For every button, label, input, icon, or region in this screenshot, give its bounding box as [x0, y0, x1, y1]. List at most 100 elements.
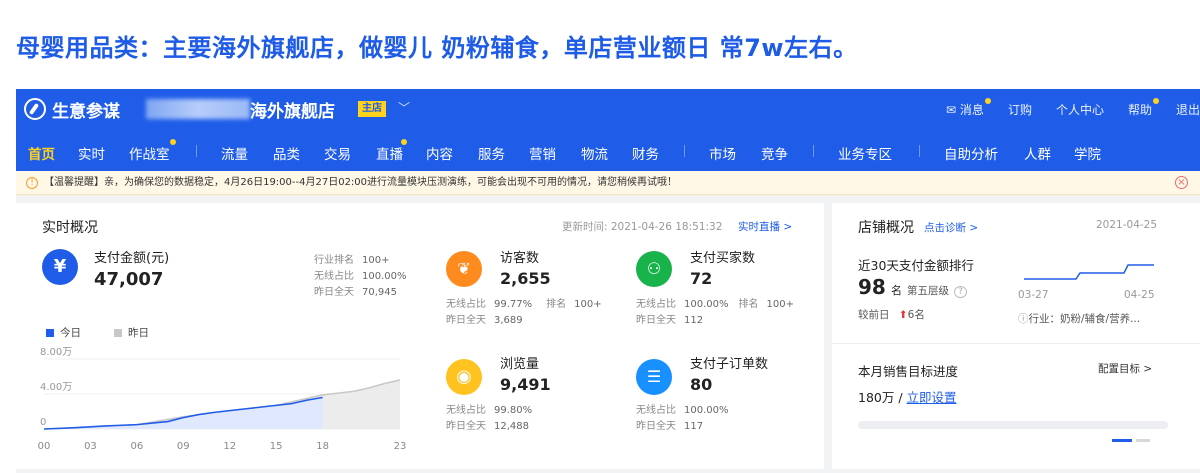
sparkline-path [1024, 264, 1154, 280]
rank-value: 98 [858, 275, 886, 299]
nav-content[interactable]: 内容 [426, 143, 453, 163]
industry-label: ⓘ行业：奶粉/辅食/营养... [1018, 313, 1141, 325]
nav-business-zone[interactable]: 业务专区 [838, 143, 892, 163]
nav-war-room[interactable]: 作战室 [129, 143, 170, 163]
nav-logistics[interactable]: 物流 [581, 143, 608, 163]
arrow-up-icon: ⬆ [898, 309, 908, 321]
rank-row: 98 名 第五层级 ? [858, 275, 967, 299]
shop-overview-panel: 店铺概况 点击诊断 > 2021-04-25 近30天支付金额排行 98 名 第… [832, 203, 1200, 469]
target-value: 180万 [858, 390, 895, 405]
buyers-value: 72 [690, 269, 713, 288]
target-progress-bar [858, 421, 1168, 429]
nav-home[interactable]: 首页 [28, 143, 55, 163]
target-row: 180万 / 立即设置 [858, 390, 957, 405]
x-tick-label: 18 [316, 441, 329, 452]
help-dot-icon [1152, 98, 1159, 104]
war-room-dot-icon [170, 139, 176, 145]
pageviews-value: 9,491 [500, 375, 551, 394]
top-bar: 生意参谋 海外旗舰店 主店 ﹀ ✉ 消息 订购 个人中心 帮助 退出 [16, 89, 1200, 129]
top-links: ✉ 消息 订购 个人中心 帮助 退出 [946, 98, 1200, 118]
nav-divider [684, 145, 685, 157]
x-tick-label: 03 [84, 441, 97, 452]
messages-link[interactable]: ✉ 消息 [946, 98, 991, 118]
rank-unit: 名 [890, 284, 902, 297]
nav-divider [813, 145, 814, 157]
brand-title[interactable]: 生意参谋 [52, 97, 120, 122]
main-store-badge: 主店 [358, 101, 386, 117]
buyers-label: 支付买家数 [690, 251, 756, 266]
live-link[interactable]: 实时直播 > [738, 219, 792, 234]
store-name[interactable]: 海外旗舰店 [250, 97, 335, 122]
today-swatch [46, 329, 54, 337]
today-area [44, 397, 323, 429]
nav-academy[interactable]: 学院 [1074, 143, 1101, 163]
nav-competition[interactable]: 竞争 [761, 143, 788, 163]
order-link[interactable]: 订购 [1008, 101, 1032, 118]
pay-amount-value: 47,007 [94, 269, 164, 290]
legend-yesterday[interactable]: 昨日 [114, 325, 149, 340]
blurred-store-prefix [146, 99, 250, 119]
help-icon[interactable]: ? [954, 286, 967, 298]
nav-finance[interactable]: 财务 [632, 143, 659, 163]
updated-time: 更新时间: 2021-04-26 18:51:32 [562, 221, 723, 233]
page-headline: 母婴用品类：主要海外旗舰店，做婴儿 奶粉辅食，单店营业额日 常7w左右。 [16, 34, 858, 62]
nav-category[interactable]: 品类 [273, 143, 300, 163]
pageviews-label: 浏览量 [500, 357, 540, 372]
store-switch-chevron-icon[interactable]: ﹀ [398, 99, 410, 116]
configure-target-link[interactable]: 配置目标 > [1098, 361, 1152, 376]
shop-date: 2021-04-25 [1096, 219, 1158, 231]
nav-realtime[interactable]: 实时 [78, 143, 105, 163]
help-link[interactable]: 帮助 [1128, 98, 1159, 118]
nav-traffic[interactable]: 流量 [221, 143, 248, 163]
realtime-overview-panel: 实时概况 更新时间: 2021-04-26 18:51:32 实时直播 > ¥ … [16, 203, 824, 469]
nav-divider [919, 145, 920, 157]
carousel-dot[interactable] [1136, 439, 1150, 442]
screenshot-frame: 生意参谋 海外旗舰店 主店 ﹀ ✉ 消息 订购 个人中心 帮助 退出 首页 实时… [16, 89, 1200, 473]
notice-banner: ! 【温馨提醒】亲，为确保您的数据稳定，4月26日19:00--4月27日02:… [16, 171, 1200, 195]
target-title: 本月销售目标进度 [858, 364, 959, 379]
carousel-dot-active[interactable] [1112, 439, 1132, 442]
visitors-label: 访客数 [500, 251, 540, 266]
nav-crowd[interactable]: 人群 [1024, 143, 1051, 163]
nav-trade[interactable]: 交易 [324, 143, 351, 163]
user-center-link[interactable]: 个人中心 [1056, 101, 1104, 118]
users-icon: ⚇ [636, 251, 672, 287]
rank-level: 第五层级 [907, 285, 950, 297]
rank-sparkline [1024, 264, 1154, 280]
buyers-yesterday: 昨日全天 112 [636, 315, 704, 326]
nav-self-analysis[interactable]: 自助分析 [944, 143, 998, 163]
close-icon[interactable]: × [1175, 176, 1188, 189]
panel-divider [832, 343, 1200, 344]
pageviews-yesterday: 昨日全天 12,488 [446, 421, 529, 432]
nav-live[interactable]: 直播 [376, 143, 403, 163]
nav-service[interactable]: 服务 [478, 143, 505, 163]
rank-title: 近30天支付金额排行 [858, 258, 974, 273]
visitors-value: 2,655 [500, 269, 551, 288]
warning-icon: ! [26, 177, 38, 189]
suborders-value: 80 [690, 375, 713, 394]
legend-today[interactable]: 今日 [46, 325, 81, 340]
live-dot-icon [401, 139, 407, 145]
suborders-label: 支付子订单数 [690, 357, 769, 372]
x-tick-label: 12 [223, 441, 236, 452]
diagnose-link[interactable]: 点击诊断 > [924, 220, 978, 235]
pageviews-wireless: 无线占比 99.80% [446, 405, 533, 416]
suborders-wireless: 无线占比 100.00% [636, 405, 729, 416]
pay-trend-chart: 8.00万4.00万000 03 06 09 12 15 18 23 [38, 347, 407, 452]
yesterday-swatch [114, 329, 122, 337]
visitors-wireless: 无线占比 99.77% 排名 100+ [446, 299, 602, 310]
y-tick-label: 4.00万 [40, 382, 72, 393]
nav-marketing[interactable]: 营销 [529, 143, 556, 163]
compass-logo-icon[interactable] [24, 98, 46, 120]
yen-icon: ¥ [42, 249, 78, 285]
pay-yesterday: 昨日全天 70,945 [314, 287, 397, 298]
buyers-wireless: 无线占比 100.00% 排名 100+ [636, 299, 794, 310]
pay-rank: 行业排名 100+ [314, 255, 390, 266]
logout-link[interactable]: 退出 [1176, 101, 1200, 118]
clipboard-icon: ☰ [636, 359, 672, 395]
shop-title: 店铺概况 [858, 220, 914, 236]
suborders-yesterday: 昨日全天 117 [636, 421, 704, 432]
pay-amount-label: 支付金额(元) [94, 251, 170, 266]
set-now-link[interactable]: 立即设置 [907, 390, 957, 405]
nav-market[interactable]: 市场 [709, 143, 736, 163]
